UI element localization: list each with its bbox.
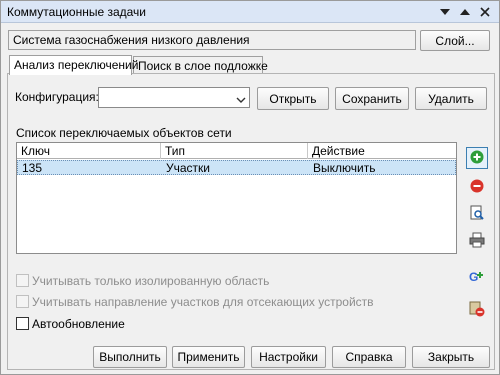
isolated-only-checkbox[interactable] [16,274,29,287]
objects-table[interactable]: Ключ Тип Действие 135 Участки Выключить [16,142,457,254]
print-button[interactable] [466,230,488,252]
layer-remove-button[interactable] [466,299,488,321]
autoupdate-checkbox[interactable] [16,317,29,330]
direction-checkbox[interactable] [16,295,29,308]
google-plus-icon: G [469,269,485,288]
remove-button[interactable] [466,176,488,198]
layer-button[interactable]: Слой... [420,30,490,51]
find-button[interactable] [466,203,488,225]
tab-switch-analysis[interactable]: Анализ переключений [9,55,138,75]
settings-button[interactable]: Настройки [251,346,326,368]
network-system-field[interactable]: Система газоснабжения низкого давления [8,30,416,50]
window-title: Коммутационные задачи [7,5,147,19]
find-icon [469,205,485,224]
config-combobox[interactable] [98,87,250,108]
chevron-up-icon[interactable] [459,6,471,18]
column-header-type[interactable]: Тип [161,143,308,159]
config-label: Конфигурация: [15,90,99,104]
cell-key: 135 [22,161,43,175]
save-button[interactable]: Сохранить [335,87,409,110]
add-icon [470,150,484,167]
cell-type: Участки [166,161,210,175]
column-header-action[interactable]: Действие [308,143,456,159]
isolated-only-label: Учитывать только изолированную область [32,274,270,288]
google-plus-button[interactable]: G [466,267,488,289]
print-icon [469,232,485,251]
cell-action: Выключить [313,161,376,175]
autoupdate-label: Автообновление [32,317,125,331]
table-header: Ключ Тип Действие [17,143,456,159]
table-row[interactable]: 135 Участки Выключить [17,160,456,175]
close-button[interactable]: Закрыть [412,346,490,368]
apply-button[interactable]: Применить [172,346,245,368]
direction-label: Учитывать направление участков для отсек… [32,295,374,309]
tab-underlay-search[interactable]: Поиск в слое подложке [133,56,268,74]
dialog-window: Коммутационные задачи Система газоснабже… [0,0,500,375]
chevron-down-icon[interactable] [439,6,451,18]
column-header-key[interactable]: Ключ [17,143,161,159]
remove-icon [470,179,484,196]
title-bar: Коммутационные задачи [1,1,499,23]
run-button[interactable]: Выполнить [93,346,167,368]
svg-text:G: G [469,270,478,284]
add-button[interactable] [466,147,488,169]
close-icon[interactable] [479,6,491,18]
layer-remove-icon [469,301,485,320]
open-button[interactable]: Открыть [257,87,329,110]
delete-button[interactable]: Удалить [415,87,487,110]
list-title: Список переключаемых объектов сети [16,126,232,140]
help-button[interactable]: Справка [332,346,406,368]
chevron-down-icon[interactable] [236,93,246,107]
